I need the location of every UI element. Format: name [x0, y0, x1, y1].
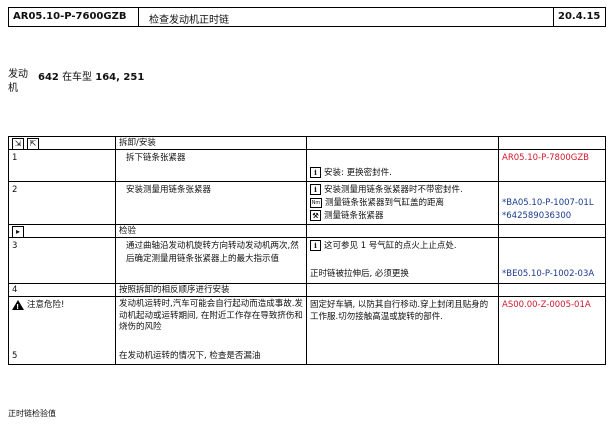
nm-icon: Nm — [310, 197, 322, 208]
ref-cell: *BE05.10-P-1002-03A — [499, 238, 605, 283]
info-icon: i — [310, 184, 321, 195]
info-icon: i — [310, 240, 321, 251]
step-number: 2 — [9, 182, 116, 224]
ref-link[interactable]: *642589036300 — [502, 210, 602, 223]
document-header: AR05.10-P-7600GZB 检查发动机正时链 20.4.15 — [8, 7, 606, 27]
table-row: 2 安装测量用链条张紧器 i 安装测量用链条张紧器时不带密封件. Nm 测量链条张紧… — [9, 182, 605, 225]
warning-icon — [12, 299, 24, 313]
model-list: 164, 251 — [95, 72, 145, 83]
install-icon: ⇱ — [27, 138, 39, 150]
step-text: 安装测量用链条张紧器 — [116, 182, 307, 224]
procedure-table: ⇲ ⇱ 拆卸/安装 1 拆下链条张紧器 i 安装: 更换密封件. AR05.10-P… — [8, 136, 606, 365]
step-text: 拆下链条张紧器 — [116, 150, 307, 181]
table-row: 1 拆下链条张紧器 i 安装: 更换密封件. AR05.10-P-7800GZB — [9, 150, 605, 182]
section-label: 检验 — [116, 225, 307, 237]
table-row: 4 按照拆卸的相反顺序进行安装 — [9, 284, 605, 297]
remove-icon: ⇲ — [12, 138, 24, 150]
table-head-row: ⇲ ⇱ 拆卸/安装 — [9, 137, 605, 150]
head-label: 拆卸/安装 — [116, 137, 307, 149]
check-icon: ▸ — [12, 226, 24, 238]
info-icon: i — [310, 167, 321, 178]
ref-cell: *BA05.10-P-1007-01L *642589036300 — [499, 182, 605, 224]
model-info: 642 在车型 164, 251 — [38, 68, 144, 83]
ref-link[interactable]: AS00.00-Z-0005-01A — [499, 297, 605, 364]
ref-link[interactable]: *BA05.10-P-1007-01L — [502, 197, 602, 210]
warning-cell: 注意危险! 5 — [9, 297, 116, 364]
doc-date: 20.4.15 — [558, 11, 601, 22]
model-prefix-text: 在车型 — [62, 72, 93, 83]
step-number: 5 — [12, 351, 18, 361]
doc-id: AR05.10-P-7600GZB — [9, 8, 139, 26]
step-number: 3 — [9, 238, 116, 283]
step-number: 1 — [9, 150, 116, 181]
note-text: 正时链被拉伸后, 必须更换 — [310, 269, 409, 279]
note-cell: 固定好车辆, 以防其自行移动.穿上封闭且贴身的工作服.切勿接触高温或旋转的部件. — [307, 297, 499, 364]
table-row: 注意危险! 5 发动机运转时,汽车可能会自行起动而造成事故.发动机起动或运转期间… — [9, 297, 605, 364]
table-section-row: ▸ 检验 — [9, 225, 605, 238]
note-cell: i 这可参见 1 号气缸的点火上止点处. 正时链被拉伸后, 必须更换 — [307, 238, 499, 283]
engine-label: 发动机 — [8, 69, 28, 94]
model-prefix-num: 642 — [38, 72, 59, 83]
step-text: 按照拆卸的相反顺序进行安装 — [116, 284, 307, 296]
table-row: 3 通过曲轴沿发动机旋转方向转动发动机两次,然后确定测量用链条张紧器上的最大指示… — [9, 238, 605, 284]
tool-icon: ⚒ — [310, 210, 321, 221]
ref-link[interactable]: AR05.10-P-7800GZB — [499, 150, 605, 181]
footer-text: 正时链检验值 — [8, 409, 56, 418]
step-number: 4 — [9, 284, 116, 296]
step-text-2: 在发动机运转的情况下, 检查是否漏油 — [119, 350, 261, 361]
doc-title: 检查发动机正时链 — [139, 8, 554, 26]
note-cell: i 安装: 更换密封件. — [307, 150, 499, 181]
note-cell: i 安装测量用链条张紧器时不带密封件. Nm 测量链条张紧器到气缸盖的距离 ⚒ 测量链… — [307, 182, 499, 224]
step-text: 发动机运转时,汽车可能会自行起动而造成事故.发动机起动或运转期间, 在附近工作存… — [116, 297, 307, 364]
step-text: 通过曲轴沿发动机旋转方向转动发动机两次,然后确定测量用链条张紧器上的最大指示值 — [116, 238, 307, 283]
ref-link[interactable]: *BE05.10-P-1002-03A — [502, 268, 594, 280]
head-icons: ⇲ ⇱ — [9, 137, 116, 150]
